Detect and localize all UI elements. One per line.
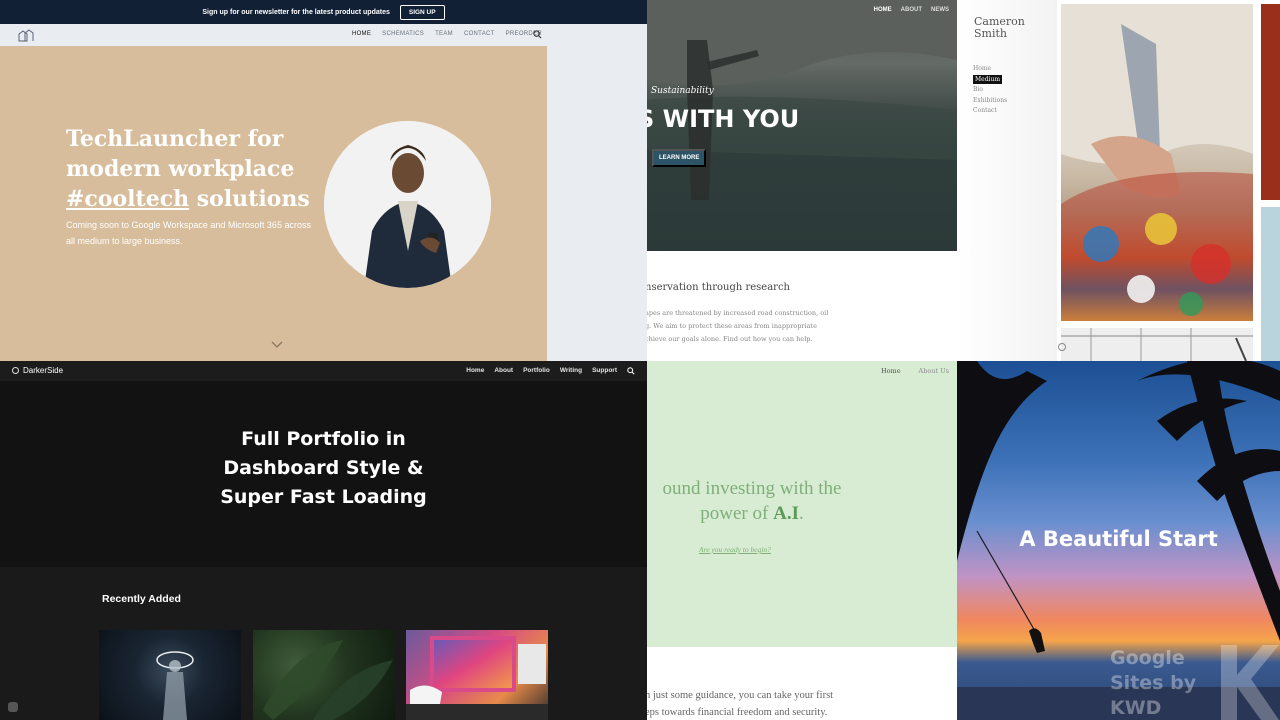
watermark-line3: KWD: [1110, 697, 1162, 719]
body-line: apes are threatened by increased road co…: [647, 309, 829, 317]
nav-schematics[interactable]: SCHEMATICS: [382, 31, 424, 37]
portfolio-card[interactable]: [406, 630, 548, 720]
painting-photo[interactable]: [1261, 4, 1280, 200]
recently-added-section: Recently Added: [0, 567, 647, 720]
section-title: nservation through research: [647, 282, 790, 293]
darkerside-panel: DarkerSide Home About Portfolio Writing …: [0, 361, 647, 720]
sidebar-item-contact[interactable]: Contact: [973, 106, 1007, 116]
body-line: h just some guidance, you can take your …: [647, 690, 834, 701]
info-icon[interactable]: [1058, 343, 1066, 351]
sign-up-button[interactable]: SIGN UP: [399, 4, 445, 20]
hero-title-line1: ound investing with the: [662, 478, 842, 499]
settings-icon[interactable]: [8, 702, 18, 712]
cameron-smith-panel: Cameron Smith Home Medium Bio Exhibition…: [957, 0, 1280, 361]
body-line: chieve our goals alone. Find out how you…: [647, 335, 813, 343]
hero-title: A Beautiful Start: [1019, 527, 1218, 551]
nav-contact[interactable]: CONTACT: [464, 31, 495, 37]
search-icon[interactable]: [627, 367, 635, 375]
main-nav: Home About Portfolio Writing Support: [466, 367, 635, 375]
beautiful-start-panel: A Beautiful Start Google Sites by KWD: [957, 361, 1280, 720]
site-header: DarkerSide Home About Portfolio Writing …: [0, 361, 647, 381]
hero-title: ound investing with the power of A.I.: [647, 476, 907, 526]
sidebar-item-bio[interactable]: Bio: [973, 85, 1007, 95]
nav-support[interactable]: Support: [592, 367, 617, 375]
person-photo: [324, 121, 491, 288]
watermark: Google Sites by KWD: [1110, 646, 1196, 720]
hero-title: TechLauncher for modern workplace #coolt…: [66, 124, 326, 214]
page-background: [547, 46, 647, 361]
portfolio-card[interactable]: [253, 630, 395, 720]
painting-photo[interactable]: [1261, 207, 1280, 361]
hero-title: S WITH YOU: [647, 105, 800, 133]
section-body: apes are threatened by increased road co…: [647, 307, 828, 346]
get-started-link[interactable]: Are you ready to begin?: [699, 545, 771, 554]
sidebar: Cameron Smith Home Medium Bio Exhibition…: [957, 0, 1057, 361]
site-header: HOME SCHEMATICS TEAM CONTACT PREORDER: [0, 24, 647, 46]
hero-kicker: Sustainability: [651, 86, 714, 96]
hero-title: Full Portfolio in Dashboard Style & Supe…: [0, 425, 647, 512]
hero-title-line2: modern workplace: [66, 156, 295, 182]
nav-home[interactable]: Home: [466, 367, 484, 375]
watermark-line2: Sites by: [1110, 672, 1197, 694]
nav-team[interactable]: TEAM: [435, 31, 453, 37]
sidebar-item-exhibitions[interactable]: Exhibitions: [973, 96, 1007, 106]
nav-news[interactable]: NEWS: [931, 7, 949, 13]
nav-about[interactable]: ABOUT: [901, 7, 922, 13]
hero-section: TechLauncher for modern workplace #coolt…: [0, 46, 547, 361]
search-icon[interactable]: [533, 30, 542, 39]
houses-logo-icon[interactable]: [18, 28, 34, 42]
hero-title-line2: Dashboard Style &: [223, 457, 424, 479]
site-title-line2: Smith: [974, 27, 1007, 40]
investing-panel: Home About Us ound investing with the po…: [647, 361, 957, 720]
sidebar-menu: Home Medium Bio Exhibitions Contact: [973, 64, 1007, 116]
hero-title-ai: A.I: [773, 503, 799, 524]
paint-palette-photo[interactable]: [1061, 4, 1253, 321]
sustainability-panel: HOME ABOUT NEWS Sustainability S WITH YO…: [647, 0, 957, 361]
nav-portfolio[interactable]: Portfolio: [523, 367, 550, 375]
site-nav: Home About Us: [881, 367, 949, 375]
watermark-line1: Google: [1110, 647, 1185, 669]
hero-section: Full Portfolio in Dashboard Style & Supe…: [0, 381, 647, 567]
studio-photo[interactable]: [1061, 328, 1253, 361]
hero-title-period: .: [798, 503, 804, 524]
k-logo-icon: [1221, 645, 1279, 720]
sidebar-item-medium[interactable]: Medium: [973, 74, 1003, 84]
techlauncher-panel: Sign up for our newsletter for the lates…: [0, 0, 647, 361]
hero-title-line3: Super Fast Loading: [220, 486, 427, 508]
nav-home[interactable]: HOME: [874, 7, 892, 13]
mountain-hero: HOME ABOUT NEWS Sustainability S WITH YO…: [647, 0, 957, 251]
hero-title-line1: Full Portfolio in: [241, 428, 406, 450]
hero-subtitle: Coming soon to Google Workspace and Micr…: [66, 220, 311, 246]
circle-logo-icon: [12, 367, 19, 374]
hero-section: Home About Us ound investing with the po…: [647, 361, 957, 647]
hero-title-line3: solutions: [189, 186, 310, 212]
nav-writing[interactable]: Writing: [560, 367, 582, 375]
brand[interactable]: DarkerSide: [12, 366, 63, 375]
body-line: g. We aim to protect these areas from in…: [647, 322, 817, 330]
nav-about[interactable]: About: [494, 367, 513, 375]
sidebar-item-home[interactable]: Home: [973, 64, 1007, 74]
portfolio-card[interactable]: [99, 630, 241, 720]
hero-title-line2: power of: [700, 503, 774, 524]
hero-title-line1: TechLauncher for: [66, 126, 284, 152]
newsletter-banner: Sign up for our newsletter for the lates…: [0, 0, 647, 24]
nav-home[interactable]: Home: [881, 367, 901, 375]
newsletter-text: Sign up for our newsletter for the lates…: [202, 8, 390, 16]
nav-about-us[interactable]: About Us: [919, 367, 949, 375]
chevron-down-icon[interactable]: [271, 341, 283, 349]
site-nav: HOME ABOUT NEWS: [874, 7, 949, 13]
section-title: Recently Added: [102, 593, 181, 605]
hero-hashtag: #cooltech: [66, 186, 190, 212]
learn-more-button[interactable]: LEARN MORE: [652, 149, 707, 167]
main-nav: HOME SCHEMATICS TEAM CONTACT PREORDER: [352, 31, 542, 37]
section-body: h just some guidance, you can take your …: [647, 687, 833, 720]
brand-name: DarkerSide: [23, 366, 64, 375]
nav-home[interactable]: HOME: [352, 31, 371, 37]
site-title[interactable]: Cameron Smith: [974, 16, 1025, 40]
body-line: eps towards financial freedom and securi…: [647, 707, 828, 718]
